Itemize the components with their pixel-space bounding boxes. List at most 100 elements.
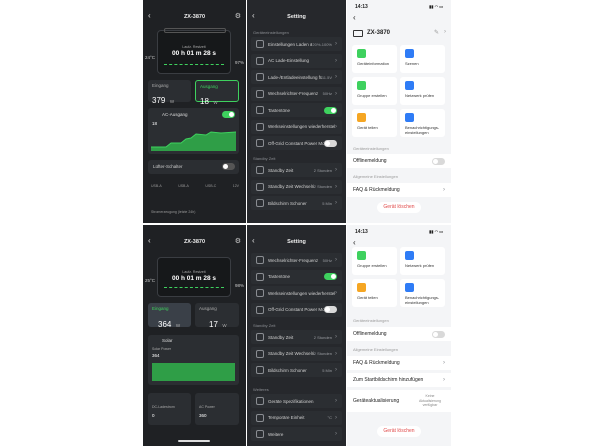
offline-notice-row[interactable]: Offlinemeldung (347, 154, 451, 168)
standby-row[interactable]: Bildschirm Schoner 5 Min › (251, 196, 342, 210)
energy-history-label: Stromerzeugung (letzte 24h) (151, 210, 196, 214)
standby-b-row[interactable]: Standby Zeit Wechselrichter2 Stunden› (251, 346, 342, 361)
settings-screen: ‹ Setting Geräteeinstellungen Einstellun… (247, 0, 346, 446)
remove-device-button-b[interactable]: Gerät löschen (377, 426, 421, 437)
profile-tile[interactable]: Geräteinformation (352, 45, 397, 73)
more-row-label: Geräte Spezifikationen (268, 398, 314, 404)
setting-row[interactable]: Einstellungen Laden & Entladen20%-100%› (251, 37, 342, 51)
profile-b-tile[interactable]: Benachrichtigungs-einstellungen (400, 279, 445, 307)
setting-row-label: Einstellungen Laden & Entladen (268, 41, 312, 47)
setting-b-row[interactable]: Wechselrichter-Frequenz 50Hz › (251, 253, 342, 267)
setting-b-row-toggle[interactable] (324, 273, 337, 280)
battery-percent: 97% (234, 60, 244, 65)
settings-gear-icon[interactable]: ⚙ (235, 12, 241, 20)
ac-power-card: AC Power 360 (195, 393, 239, 425)
more-row[interactable]: Weitere › (251, 427, 342, 441)
setting-row-icon (256, 40, 264, 48)
fan-toggle[interactable] (222, 163, 235, 170)
setting-row[interactable]: Lade-/Entladeeinstellung für Autos11.5V› (251, 70, 342, 84)
standby-b-row-icon (256, 349, 264, 358)
setting-row[interactable]: Tastentöne (251, 103, 342, 117)
setting-row-icon (256, 106, 264, 114)
standby-b-row[interactable]: Standby Zeit 2 Stunden › (251, 330, 342, 344)
device-image-b: Laufz. Restzeit 00 h 01 m 28 s (157, 257, 231, 297)
setting-row-toggle[interactable] (324, 106, 337, 114)
standby-row-value: 2 Stunden (313, 184, 332, 189)
profile-section-general: Allgemeine Einstellungen (353, 174, 398, 179)
ac-output-toggle[interactable] (222, 111, 235, 118)
setting-b-row[interactable]: Tastentöne (251, 269, 342, 284)
firmware-row[interactable]: Geräteaktualisierung Keine Aktualisierun… (347, 390, 451, 412)
profile-tile[interactable]: Gruppe erstellen (352, 77, 397, 105)
edit-name-icon[interactable]: ✎ (434, 29, 439, 36)
standby-row[interactable]: Standby Zeit Wechselrichter2 Stunden› (251, 179, 342, 194)
setting-b-row[interactable]: Werkseinstellungen wiederherstellen › (251, 286, 342, 300)
status-bar: 14:13 ▮▮ ◠ ▭ (347, 4, 451, 10)
profile-tile[interactable]: Szenen (400, 45, 445, 73)
profile-tile[interactable]: Netzwerk prüfen (400, 77, 445, 105)
device-thumb-icon (353, 30, 363, 37)
ac-output-card: AC-Ausgang 18 (148, 108, 239, 154)
setting-row-icon (256, 73, 264, 81)
profile-b-tile[interactable]: Gruppe erstellen (352, 247, 397, 275)
profile-tile-label: Gerät teilen (357, 125, 378, 130)
setting-b-row[interactable]: Off-Grid Constant Power Mode (251, 302, 342, 317)
faq-row[interactable]: FAQ & Rückmeldung › (347, 183, 451, 197)
offline-notice-row-b[interactable]: Offlinemeldung (347, 327, 451, 341)
profile-b-tile-icon (405, 283, 414, 292)
remove-device-button[interactable]: Gerät löschen (377, 202, 421, 213)
add-home-chevron-icon: › (443, 377, 445, 383)
profile-back-icon[interactable]: ‹ (353, 13, 356, 22)
input-unit: W (169, 99, 175, 104)
input-card-b: Eingang 364 W (148, 303, 191, 329)
setting-b-row-icon (256, 272, 264, 281)
ac-output-graph (151, 131, 236, 151)
more-row-icon (256, 430, 264, 438)
more-row[interactable]: Temporäre Einheit °C › (251, 410, 342, 425)
status-time-b: 14:13 (355, 229, 368, 235)
standby-b-row-value: 5 Min (322, 367, 332, 373)
offline-notice-toggle-b[interactable] (432, 330, 445, 338)
fan-label: Lüfter-Schalter (153, 164, 183, 169)
chevron-right-icon: › (335, 290, 337, 296)
standby-b-row-label: Bildschirm Schoner (268, 367, 307, 373)
setting-row[interactable]: AC Lade-Einstellung › (251, 53, 342, 68)
standby-row-icon (256, 199, 264, 207)
faq-row-b[interactable]: FAQ & Rückmeldung › (347, 356, 451, 370)
profile-back-icon-b[interactable]: ‹ (353, 238, 356, 247)
setting-row-toggle[interactable] (324, 139, 337, 147)
settings-section-standby-b: Standby Zeit (253, 323, 276, 328)
setting-b-row-toggle[interactable] (324, 306, 337, 313)
add-home-row[interactable]: Zum Startbildschirm hinzufügen › (347, 373, 451, 387)
output-card-b: Ausgang 17 W (195, 303, 239, 329)
setting-row[interactable]: Wechselrichter-Frequenz 50Hz › (251, 86, 342, 101)
standby-row[interactable]: Standby Zeit 2 Stunden › (251, 163, 342, 177)
ac-power-label: AC Power (199, 405, 215, 409)
standby-row-icon (256, 166, 264, 174)
more-row[interactable]: Geräte Spezifikationen › (251, 394, 342, 408)
setting-row-icon (256, 56, 264, 65)
output-label: Ausgang (200, 84, 218, 89)
battery-percent-b: 98% (234, 283, 244, 288)
standby-b-row[interactable]: Bildschirm Schoner 5 Min › (251, 363, 342, 377)
faq-label-b: FAQ & Rückmeldung (353, 360, 400, 366)
profile-tile[interactable]: Benachrichtigungs-einstellungen (400, 109, 445, 137)
setting-row-label: Lade-/Entladeeinstellung für Autos (268, 74, 322, 80)
setting-row[interactable]: Off-Grid Constant Power Mode (251, 136, 342, 150)
profile-b-tile-icon (357, 283, 366, 292)
settings-gear-icon-b[interactable]: ⚙ (235, 237, 241, 245)
profile-b-tile[interactable]: Gerät teilen (352, 279, 397, 307)
ac-output-label: AC-Ausgang (162, 112, 188, 117)
profile-b-tile-icon (357, 251, 366, 260)
profile-screen: 14:13 ▮▮ ◠ ▭ ‹ ZX-3870 ✎ › Geräteinforma… (347, 0, 451, 446)
setting-row-label: Off-Grid Constant Power Mode (268, 140, 324, 146)
device-image: Laufz. Restzeit 00 h 01 m 28 s (157, 28, 231, 74)
profile-tile[interactable]: Gerät teilen (352, 109, 397, 137)
solar-label: Solar (162, 338, 173, 343)
dc-value: 0 (152, 413, 155, 418)
offline-notice-toggle[interactable] (432, 157, 445, 165)
profile-b-tile[interactable]: Netzwerk prüfen (400, 247, 445, 275)
input-value: 379 (152, 96, 166, 105)
setting-row[interactable]: Werkseinstellungen wiederherstellen › (251, 119, 342, 134)
chevron-right-icon: › (335, 90, 337, 97)
